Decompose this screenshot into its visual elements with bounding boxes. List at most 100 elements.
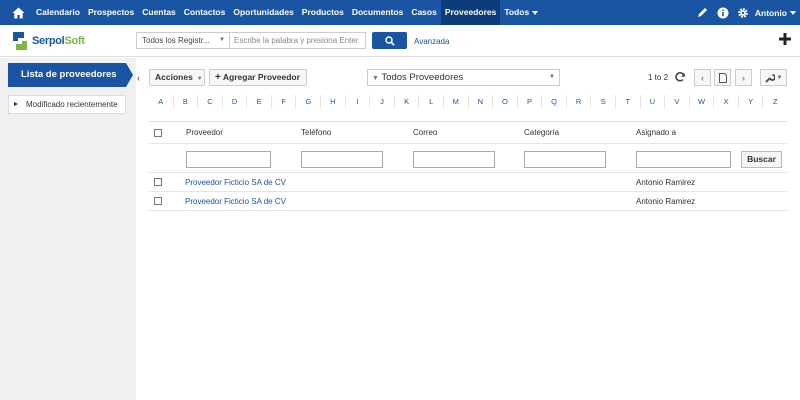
filter-input-correo[interactable] bbox=[413, 151, 495, 168]
alphabet-letter-m[interactable]: M bbox=[444, 95, 469, 108]
row-checkbox[interactable] bbox=[154, 178, 162, 186]
chevron-down-icon bbox=[532, 10, 539, 15]
column-header-proveedor[interactable]: Proveedor bbox=[186, 122, 223, 144]
alphabet-letter-v[interactable]: V bbox=[665, 95, 690, 108]
alphabet-letter-g[interactable]: G bbox=[296, 95, 322, 108]
nav-tab-todos-label: Todos bbox=[504, 7, 530, 17]
nav-tab-todos[interactable]: Todos bbox=[500, 0, 542, 25]
pagination-count: 1 to 2 bbox=[648, 73, 669, 82]
info-icon[interactable] bbox=[713, 0, 733, 25]
table-row: Proveedor Ficticio SA de CV Antonio Rami… bbox=[149, 173, 787, 192]
nav-tab-contactos[interactable]: Contactos bbox=[180, 0, 230, 25]
alphabet-letter-j[interactable]: J bbox=[370, 95, 395, 108]
user-menu[interactable]: Antonio bbox=[753, 0, 800, 25]
refresh-icon[interactable] bbox=[674, 71, 686, 83]
row-checkbox[interactable] bbox=[154, 197, 162, 205]
search-module-value: Todos los Registr... bbox=[142, 36, 210, 45]
provider-link[interactable]: Proveedor Ficticio SA de CV bbox=[185, 192, 286, 211]
sidebar-item-recently-modified[interactable]: Modificado recientemente bbox=[8, 95, 126, 114]
logo-text-soft: Soft bbox=[64, 35, 85, 47]
cell-asignado: Antonio Ramirez bbox=[636, 178, 696, 187]
table-row: Proveedor Ficticio SA de CV Antonio Rami… bbox=[149, 192, 787, 211]
provider-link[interactable]: Proveedor Ficticio SA de CV bbox=[185, 173, 286, 192]
nav-tab-prospectos[interactable]: Prospectos bbox=[84, 0, 138, 25]
alphabet-letter-q[interactable]: Q bbox=[542, 95, 567, 108]
chevron-right-icon: › bbox=[742, 72, 745, 83]
add-provider-button[interactable]: + Agregar Proveedor bbox=[209, 69, 307, 86]
column-header-correo[interactable]: Correo bbox=[413, 122, 437, 144]
search-input[interactable]: Escribe la palabra y presiona Enter bbox=[230, 32, 366, 49]
alphabet-letter-t[interactable]: T bbox=[616, 95, 641, 108]
cell-asignado: Antonio Ramirez bbox=[636, 197, 696, 206]
caret-down-icon: ▼ bbox=[219, 37, 225, 43]
alphabet-letter-i[interactable]: I bbox=[346, 95, 371, 108]
table-header-row: Proveedor Teléfono Correo Categoría Asig… bbox=[149, 122, 787, 144]
gear-icon[interactable] bbox=[733, 0, 753, 25]
home-icon[interactable] bbox=[8, 3, 28, 22]
caret-down-icon: ▼ bbox=[549, 74, 555, 80]
caret-down-icon: ▼ bbox=[776, 74, 783, 81]
logo-text: SerpolSoft bbox=[32, 35, 85, 47]
nav-tab-calendario[interactable]: Calendario bbox=[32, 0, 84, 25]
company-logo[interactable]: SerpolSoft bbox=[10, 28, 85, 54]
alphabet-letter-a[interactable]: A bbox=[149, 95, 174, 108]
alphabet-filter: ABCDEFGHIJKLMNOPQRSTUVWXYZ bbox=[149, 95, 787, 108]
chevron-down-icon bbox=[790, 10, 796, 15]
next-page-button[interactable]: › bbox=[735, 69, 752, 86]
alphabet-letter-c[interactable]: C bbox=[198, 95, 223, 108]
nav-tab-oportunidades[interactable]: Oportunidades bbox=[229, 0, 297, 25]
search-button[interactable] bbox=[372, 32, 407, 49]
actions-label: Acciones bbox=[155, 72, 193, 82]
alphabet-letter-x[interactable]: X bbox=[714, 95, 739, 108]
alphabet-letter-s[interactable]: S bbox=[591, 95, 616, 108]
list-filter-select[interactable]: ▼ Todos Proveedores ▼ bbox=[367, 69, 560, 86]
alphabet-letter-d[interactable]: D bbox=[223, 95, 248, 108]
column-header-categoria[interactable]: Categoría bbox=[524, 122, 559, 144]
alphabet-letter-w[interactable]: W bbox=[690, 95, 715, 108]
filter-input-proveedor[interactable] bbox=[186, 151, 271, 168]
alphabet-letter-f[interactable]: F bbox=[272, 95, 297, 108]
pencil-icon[interactable] bbox=[693, 0, 713, 25]
filter-input-categoria[interactable] bbox=[524, 151, 606, 168]
filter-input-telefono[interactable] bbox=[301, 151, 383, 168]
alphabet-letter-z[interactable]: Z bbox=[763, 95, 787, 108]
alphabet-letter-u[interactable]: U bbox=[641, 95, 666, 108]
alphabet-letter-p[interactable]: P bbox=[518, 95, 543, 108]
alphabet-letter-h[interactable]: H bbox=[321, 95, 346, 108]
plus-icon[interactable] bbox=[778, 32, 792, 46]
sidebar-title[interactable]: Lista de proveedores bbox=[8, 63, 133, 87]
export-page-button[interactable] bbox=[714, 69, 731, 86]
actions-button[interactable]: Acciones ▼ bbox=[149, 69, 205, 86]
plus-icon: + bbox=[215, 72, 221, 83]
collapse-sidebar-icon[interactable]: ‹ bbox=[137, 73, 140, 83]
search-module-select[interactable]: Todos los Registr... ▼ bbox=[136, 32, 230, 49]
triangle-right-icon bbox=[14, 102, 18, 106]
filter-icon: ▼ bbox=[372, 75, 379, 82]
alphabet-letter-k[interactable]: K bbox=[395, 95, 420, 108]
nav-tab-cuentas[interactable]: Cuentas bbox=[138, 0, 180, 25]
list-settings-button[interactable]: ▼ bbox=[760, 69, 787, 86]
nav-tab-productos[interactable]: Productos bbox=[298, 0, 348, 25]
select-all-checkbox[interactable] bbox=[154, 129, 162, 137]
sidebar: Lista de proveedores Modificado reciente… bbox=[0, 58, 136, 400]
caret-down-icon: ▼ bbox=[196, 76, 203, 82]
column-header-telefono[interactable]: Teléfono bbox=[301, 122, 331, 144]
top-navigation-bar: Calendario Prospectos Cuentas Contactos … bbox=[0, 0, 800, 25]
alphabet-letter-o[interactable]: O bbox=[493, 95, 518, 108]
search-icon bbox=[384, 35, 395, 46]
prev-page-button[interactable]: ‹ bbox=[694, 69, 711, 86]
alphabet-letter-l[interactable]: L bbox=[419, 95, 444, 108]
search-grid-button[interactable]: Buscar bbox=[741, 151, 782, 168]
nav-tab-proveedores[interactable]: Proveedores bbox=[440, 0, 501, 25]
alphabet-letter-r[interactable]: R bbox=[567, 95, 592, 108]
advanced-search-link[interactable]: Avanzada bbox=[414, 37, 449, 46]
alphabet-letter-b[interactable]: B bbox=[174, 95, 199, 108]
nav-tab-casos[interactable]: Casos bbox=[407, 0, 441, 25]
alphabet-letter-e[interactable]: E bbox=[247, 95, 272, 108]
alphabet-letter-y[interactable]: Y bbox=[739, 95, 764, 108]
alphabet-letter-n[interactable]: N bbox=[469, 95, 494, 108]
nav-tab-documentos[interactable]: Documentos bbox=[348, 0, 407, 25]
column-header-asignado[interactable]: Asignado a bbox=[636, 122, 676, 144]
header-bar: SerpolSoft Todos los Registr... ▼ Escrib… bbox=[0, 25, 800, 57]
filter-input-asignado[interactable] bbox=[636, 151, 731, 168]
